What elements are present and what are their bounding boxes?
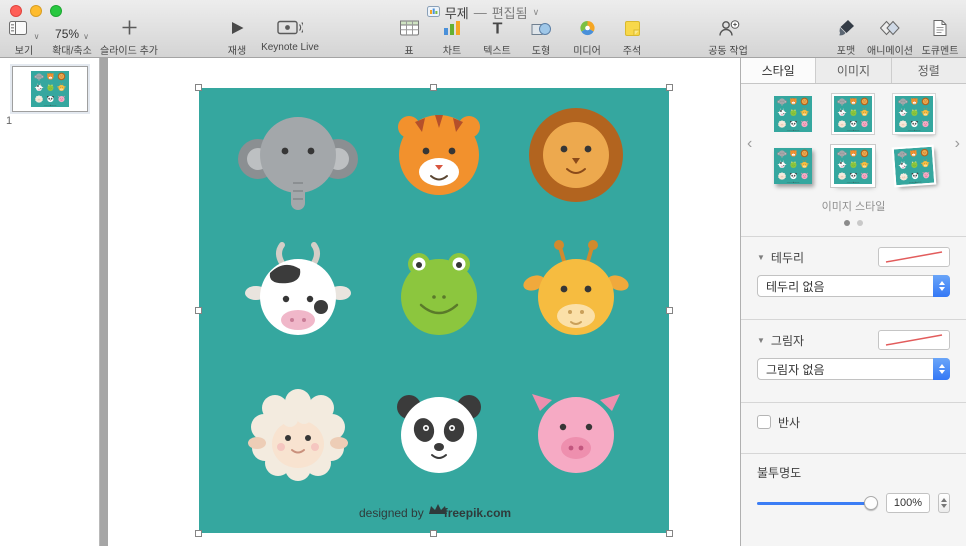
animate-button[interactable]: 애니메이션 <box>862 20 918 57</box>
collaborate-person-icon <box>717 20 740 41</box>
canvas-gutter <box>100 58 108 546</box>
zoom-value: 75% <box>55 27 80 41</box>
image-style-option-5[interactable] <box>830 144 876 188</box>
image-style-option-2[interactable] <box>830 92 876 136</box>
play-button[interactable]: 재생 <box>219 22 255 57</box>
main-content: 1 스타일 이미지 정렬 ‹ › 이미지 스타일 ▼ 테두리 테두리 없음 ▼ … <box>0 58 966 546</box>
shadow-style-popup[interactable]: 그림자 없음 <box>757 358 950 380</box>
format-brush-icon <box>837 19 855 41</box>
opacity-slider-track <box>757 502 876 505</box>
toolbar: ∨ 보기 75%∨ 확대/축소 슬라이드 추가 재생 Keynote Live <box>0 19 966 58</box>
shadow-title: 그림자 <box>770 333 805 348</box>
selection-handle-top-left[interactable] <box>195 84 202 91</box>
styles-prev-arrow[interactable]: ‹ <box>747 136 752 152</box>
image-style-option-4[interactable] <box>770 144 816 188</box>
selected-animal-image[interactable] <box>195 84 673 537</box>
selection-handle-bottom-left[interactable] <box>195 530 202 537</box>
shape-button[interactable]: 도형 <box>523 22 559 57</box>
border-disclosure-triangle-icon[interactable]: ▼ <box>757 253 765 262</box>
comment-note-icon <box>624 21 640 41</box>
slide-thumbnail-1[interactable] <box>12 66 88 112</box>
page-dot-2[interactable] <box>857 220 863 226</box>
chart-button[interactable]: 차트 <box>432 20 472 57</box>
window-chrome: 무제 — 편집됨 ∨ ∨ 보기 75% ∨ 확대/축소 슬라이드 추가 재생 K… <box>0 0 966 58</box>
keynote-live-button[interactable]: Keynote Live <box>255 20 325 53</box>
tab-arrange[interactable]: 정렬 <box>892 58 966 83</box>
styles-next-arrow[interactable]: › <box>955 136 960 152</box>
titlebar: 무제 — 편집됨 ∨ <box>0 0 966 22</box>
selection-handle-bottom-right[interactable] <box>666 530 673 537</box>
slide-canvas[interactable] <box>108 58 740 546</box>
comment-button[interactable]: 주석 <box>614 21 650 57</box>
selection-handle-bottom-middle[interactable] <box>430 530 437 537</box>
format-inspector: 스타일 이미지 정렬 ‹ › 이미지 스타일 ▼ 테두리 테두리 없음 ▼ 그림… <box>740 58 966 546</box>
reflection-checkbox[interactable] <box>757 415 771 429</box>
chevron-down-icon: ∨ <box>83 32 89 41</box>
view-button[interactable]: ∨ 보기 <box>6 21 42 57</box>
tab-image[interactable]: 이미지 <box>816 58 892 83</box>
collaborate-button[interactable]: 공동 작업 <box>698 20 758 57</box>
popup-chevrons-icon <box>933 358 950 380</box>
shadow-section: ▼ 그림자 그림자 없음 <box>741 320 966 392</box>
window-title: 무제 — 편집됨 ∨ <box>0 3 966 22</box>
image-style-option-6[interactable] <box>891 144 937 188</box>
media-icon <box>579 20 596 41</box>
chevron-down-icon: ∨ <box>33 32 40 41</box>
border-style-popup[interactable]: 테두리 없음 <box>757 275 950 297</box>
media-button[interactable]: 미디어 <box>565 20 609 57</box>
add-slide-button[interactable]: 슬라이드 추가 <box>96 19 162 57</box>
selection-handle-middle-right[interactable] <box>666 306 673 314</box>
svg-text:T: T <box>492 21 502 37</box>
image-style-grid <box>763 92 944 188</box>
title-chevron-down-icon[interactable]: ∨ <box>533 7 540 18</box>
tab-style[interactable]: 스타일 <box>741 58 817 83</box>
popup-chevrons-icon <box>933 275 950 297</box>
opacity-title: 불투명도 <box>757 466 802 480</box>
table-button[interactable]: 표 <box>391 20 427 57</box>
image-styles-area: ‹ › 이미지 스타일 <box>741 84 966 226</box>
image-styles-caption: 이미지 스타일 <box>821 201 886 213</box>
zoom-button[interactable]: 75% ∨ 확대/축소 <box>44 22 100 57</box>
border-line-style-well[interactable] <box>878 247 950 267</box>
reflection-label: 반사 <box>778 415 801 430</box>
slide-number: 1 <box>6 115 13 127</box>
shape-icon <box>531 20 551 41</box>
table-icon <box>399 20 419 41</box>
keynote-window: 무제 — 편집됨 ∨ ∨ 보기 75% ∨ 확대/축소 슬라이드 추가 재생 K… <box>0 0 966 546</box>
keynote-document-icon <box>426 5 440 21</box>
play-icon <box>230 20 245 41</box>
opacity-stepper[interactable] <box>938 493 950 513</box>
opacity-value-field[interactable]: 100% <box>886 493 930 513</box>
format-button[interactable]: 포맷 <box>828 19 864 57</box>
selection-handle-middle-left[interactable] <box>195 306 202 314</box>
opacity-section: 불투명도 100% <box>741 454 966 525</box>
text-tool-icon: T <box>490 20 505 41</box>
shadow-disclosure-triangle-icon[interactable]: ▼ <box>757 336 765 345</box>
document-page-icon <box>933 20 947 41</box>
shadow-popup-value: 그림자 없음 <box>766 362 825 377</box>
selection-handle-top-right[interactable] <box>666 84 673 91</box>
border-title: 테두리 <box>770 250 805 265</box>
border-section: ▼ 테두리 테두리 없음 <box>741 237 966 309</box>
border-popup-value: 테두리 없음 <box>766 279 825 294</box>
title-separator: — <box>473 5 487 20</box>
image-style-option-3[interactable] <box>891 92 937 136</box>
image-style-option-1[interactable] <box>770 92 816 136</box>
slide-navigator: 1 <box>0 58 100 546</box>
plus-icon <box>121 19 138 41</box>
chart-icon <box>443 20 461 41</box>
opacity-slider[interactable] <box>757 496 878 510</box>
keynote-live-icon <box>277 20 305 41</box>
selection-handle-top-middle[interactable] <box>430 84 437 91</box>
opacity-slider-knob[interactable] <box>864 496 878 510</box>
page-dot-1[interactable] <box>844 220 850 226</box>
animate-diamond-icon <box>879 20 900 41</box>
reflection-section: 반사 <box>741 403 966 443</box>
document-button[interactable]: 도큐멘트 <box>916 20 964 57</box>
shadow-line-style-well[interactable] <box>878 330 950 350</box>
view-icon <box>8 21 30 41</box>
style-page-dots[interactable] <box>763 220 944 226</box>
text-button[interactable]: T 텍스트 <box>475 20 519 58</box>
inspector-tabs: 스타일 이미지 정렬 <box>741 58 966 84</box>
